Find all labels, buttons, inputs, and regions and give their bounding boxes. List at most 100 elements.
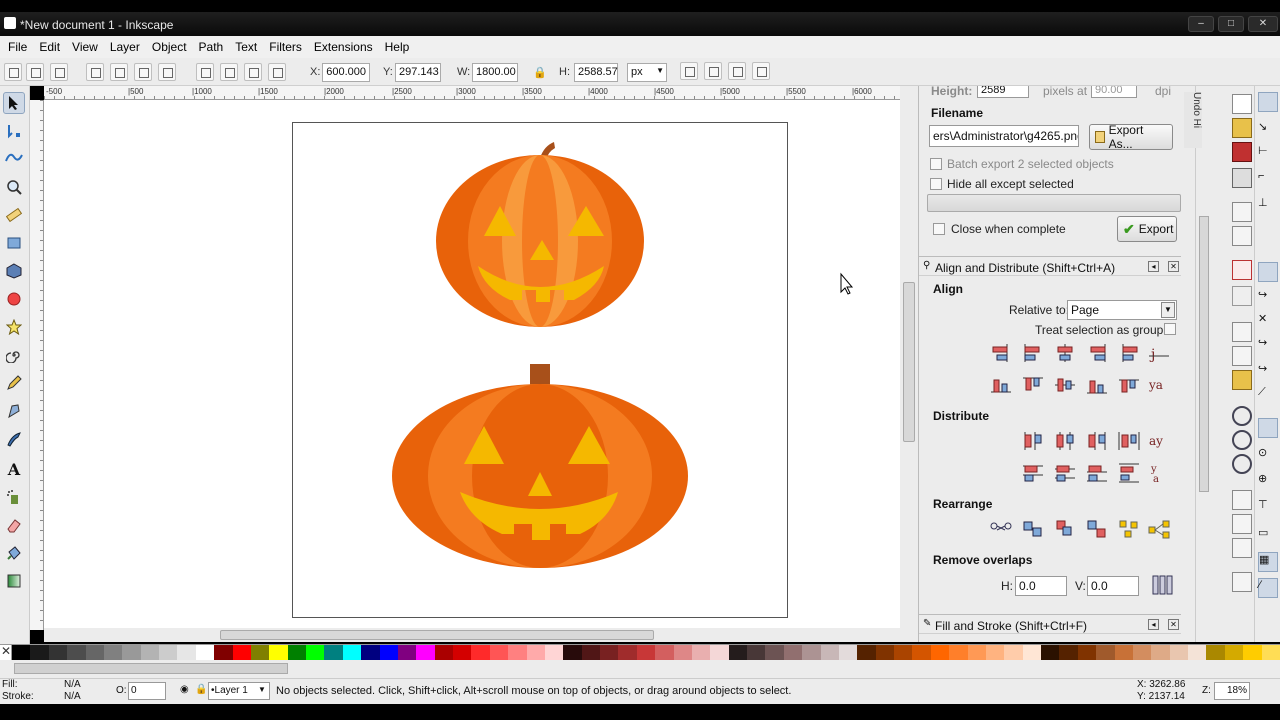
lock-icon[interactable]: 🔒 [533, 66, 547, 79]
zoom-selection-icon[interactable] [1232, 406, 1252, 426]
scale-stroke-icon[interactable] [680, 62, 698, 80]
rectangle-tool[interactable] [3, 232, 25, 254]
zoom-input[interactable]: 18% [1214, 682, 1250, 700]
selector-tool[interactable] [3, 92, 25, 114]
color-swatch[interactable] [1188, 645, 1207, 661]
color-swatch[interactable] [140, 645, 159, 661]
color-swatch[interactable] [655, 645, 674, 661]
canvas-horizontal-scrollbar[interactable] [44, 628, 900, 642]
select-all-layers-icon[interactable] [26, 63, 44, 81]
color-swatch[interactable] [287, 645, 306, 661]
zoom-drawing-icon[interactable] [1232, 430, 1252, 450]
filename-input[interactable]: ers\Administrator\g4265.png [929, 125, 1079, 147]
snap-intersections-icon[interactable]: ✕ [1258, 312, 1278, 332]
distribute-center-icon[interactable] [1053, 430, 1077, 452]
snap-bbox-icon[interactable]: ↘ [1258, 120, 1278, 140]
color-swatch[interactable] [1004, 645, 1023, 661]
rotate-cw-icon[interactable] [110, 63, 128, 81]
raise-icon[interactable] [244, 63, 262, 81]
distribute-bottom-icon[interactable] [1085, 462, 1109, 484]
align-top-to-bottom-icon[interactable] [1117, 374, 1141, 396]
color-swatch[interactable] [600, 645, 619, 661]
close-button[interactable]: ✕ [1248, 16, 1278, 32]
lock-icon[interactable]: 🔒 [195, 684, 207, 695]
menu-text[interactable]: Text [229, 40, 263, 54]
flip-horizontal-icon[interactable] [134, 63, 152, 81]
save-icon[interactable] [1232, 142, 1252, 162]
remove-overlaps-icon[interactable] [1151, 574, 1175, 596]
palette-scrollbar[interactable] [0, 660, 1280, 678]
color-swatch[interactable] [306, 645, 325, 661]
color-swatch[interactable] [673, 645, 692, 661]
export-as-button[interactable]: Export As... [1089, 123, 1173, 151]
color-swatch[interactable] [544, 645, 564, 661]
snap-bbox-midpoints-icon[interactable]: ⊥ [1258, 196, 1278, 216]
align-center-vertical-icon[interactable] [1053, 342, 1077, 364]
distribute-top-icon[interactable] [1021, 462, 1045, 484]
menu-file[interactable]: File [2, 40, 33, 54]
spiral-tool[interactable] [3, 344, 25, 366]
color-swatch[interactable] [1059, 645, 1078, 661]
relative-to-select[interactable]: Page ▼ [1067, 300, 1177, 320]
export-height-input[interactable]: 2589 [977, 86, 1029, 98]
color-swatch[interactable] [48, 645, 68, 661]
transform-patterns-icon[interactable] [752, 62, 770, 80]
snap-nodes-icon[interactable] [1258, 262, 1278, 282]
text-tool[interactable]: A [3, 458, 25, 480]
align-left-icon[interactable] [1021, 342, 1045, 364]
color-swatch[interactable] [728, 645, 747, 661]
color-swatch[interactable] [1077, 645, 1097, 661]
align-center-horizontal-icon[interactable] [1053, 374, 1077, 396]
graph-layout-icon[interactable] [989, 518, 1013, 540]
color-swatch[interactable] [967, 645, 986, 661]
color-swatch[interactable] [820, 645, 839, 661]
menu-help[interactable]: Help [379, 40, 416, 54]
drawing-canvas[interactable] [44, 100, 900, 628]
lower-icon[interactable] [220, 63, 238, 81]
color-swatch[interactable] [379, 645, 398, 661]
color-swatch[interactable] [324, 645, 343, 661]
snap-midpoints-icon[interactable]: ⟋ [1258, 386, 1278, 406]
snap-cusp-icon[interactable]: ↪ [1258, 336, 1278, 356]
align-panel-header[interactable]: ⚲ Align and Distribute (Shift+Ctrl+A) ◂ … [919, 256, 1181, 276]
measure-tool[interactable] [3, 204, 25, 226]
menu-view[interactable]: View [66, 40, 104, 54]
snap-bbox-edges-icon[interactable]: ⊢ [1258, 144, 1278, 164]
snap-rotation-center-icon[interactable]: ⊕ [1258, 472, 1278, 492]
spray-tool[interactable] [3, 486, 25, 508]
color-swatch[interactable] [747, 645, 766, 661]
tweak-tool[interactable] [3, 146, 25, 168]
menu-extensions[interactable]: Extensions [308, 40, 379, 54]
color-swatch[interactable] [489, 645, 509, 661]
color-swatch[interactable] [1224, 645, 1244, 661]
iconify-icon[interactable]: ◂ [1148, 619, 1159, 630]
vertical-ruler[interactable] [30, 100, 44, 630]
close-panel-icon[interactable]: ✕ [1168, 261, 1179, 272]
node-tool[interactable] [3, 120, 25, 142]
color-swatch[interactable] [85, 645, 104, 661]
color-swatch[interactable] [802, 645, 821, 661]
dock-scrollbar[interactable] [1195, 86, 1210, 642]
color-swatch[interactable] [710, 645, 729, 661]
color-swatch[interactable] [783, 645, 803, 661]
snap-bbox-corners-icon[interactable]: ⌐ [1258, 170, 1278, 190]
snap-guides-icon[interactable]: ∕ [1258, 578, 1278, 598]
undo-icon[interactable] [1232, 260, 1252, 280]
align-bottom-to-top-icon[interactable] [989, 374, 1013, 396]
color-swatch[interactable] [508, 645, 527, 661]
h-input[interactable]: 2588.57 [574, 63, 618, 82]
snap-enable-icon[interactable] [1258, 92, 1278, 112]
color-swatch[interactable] [930, 645, 950, 661]
color-swatch[interactable] [122, 645, 141, 661]
color-swatch[interactable] [1041, 645, 1060, 661]
exchange-positions-icon[interactable] [1021, 518, 1045, 540]
color-swatch[interactable] [232, 645, 251, 661]
distribute-right-icon[interactable] [1085, 430, 1109, 452]
color-swatch[interactable] [563, 645, 582, 661]
canvas-vertical-scrollbar[interactable] [900, 86, 918, 642]
color-swatch[interactable] [269, 645, 288, 661]
color-swatch[interactable] [177, 645, 196, 661]
hide-all-checkbox[interactable] [930, 178, 942, 190]
cut-icon[interactable] [1232, 346, 1252, 366]
color-swatch[interactable] [195, 645, 215, 661]
